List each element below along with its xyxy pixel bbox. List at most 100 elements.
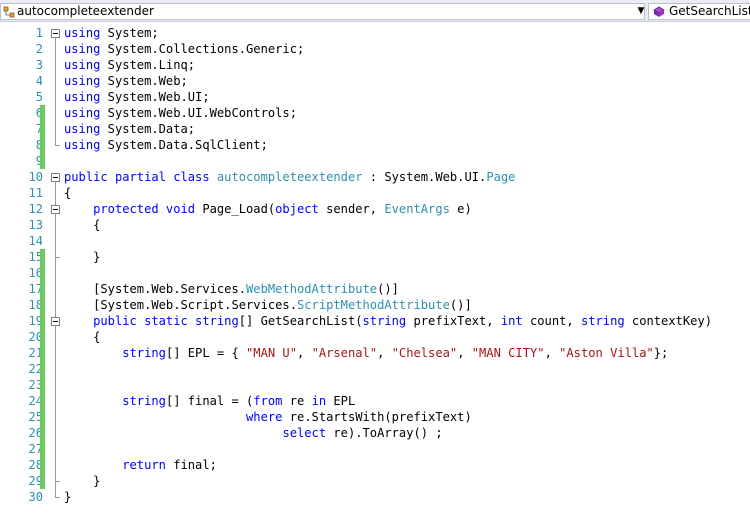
code-line[interactable]: 27: [0, 441, 750, 457]
code-line[interactable]: 14: [0, 233, 750, 249]
code-token: ,: [544, 346, 560, 360]
code-text: using System.Web;: [64, 73, 188, 89]
outline-end-tick: [55, 257, 60, 258]
code-line[interactable]: 25 where re.StartsWith(prefixText): [0, 409, 750, 425]
code-line[interactable]: 7 using System.Data;: [0, 121, 750, 137]
change-marker: [40, 313, 45, 329]
line-number: 17: [28, 282, 43, 296]
code-token: System.Web.UI;: [100, 90, 210, 104]
code-line[interactable]: 29 }: [0, 473, 750, 489]
code-line[interactable]: 10 public partial class autocompleteexten…: [0, 169, 750, 185]
code-text: using System.Data.SqlClient;: [64, 137, 268, 153]
code-line[interactable]: 13 {: [0, 217, 750, 233]
code-line[interactable]: 19 public static string[] GetSearchList(…: [0, 313, 750, 329]
method-icon: [653, 6, 665, 17]
code-line[interactable]: 26 select re).ToArray() ;: [0, 425, 750, 441]
keyword-token: using: [64, 106, 101, 120]
string-token: "MAN U": [246, 346, 297, 360]
keyword-token: select: [282, 426, 327, 440]
code-line[interactable]: 8 using System.Data.SqlClient;: [0, 137, 750, 153]
keyword-token: using: [64, 26, 101, 40]
line-number: 12: [28, 202, 43, 216]
code-token: re.StartsWith(prefixText): [282, 410, 472, 424]
change-marker: [40, 425, 45, 441]
code-token: [System.Web.Script.Services.: [64, 298, 297, 312]
line-number: 2: [35, 42, 43, 56]
collapse-method-icon[interactable]: [51, 317, 60, 326]
change-marker: [40, 473, 45, 489]
collapse-class-icon[interactable]: [51, 173, 60, 182]
code-line[interactable]: 5 using System.Web.UI;: [0, 89, 750, 105]
line-number: 5: [35, 90, 43, 104]
code-text: {: [64, 217, 100, 233]
line-number: 16: [28, 266, 43, 280]
code-token: }: [64, 250, 101, 264]
keyword-token: public partial class: [64, 170, 210, 184]
class-selector-dropdown[interactable]: autocompleteextender: [0, 3, 645, 20]
line-number: 8: [0, 137, 43, 153]
code-line[interactable]: 2 using System.Collections.Generic;: [0, 41, 750, 57]
code-editor[interactable]: 1 using System; 2 using System.Collections.…: [0, 22, 750, 515]
code-token: final;: [165, 458, 217, 472]
line-number: 1: [35, 26, 43, 40]
line-number: 21: [28, 346, 43, 360]
code-text: [System.Web.Script.Services.ScriptMethod…: [64, 297, 472, 313]
keyword-token: using: [64, 42, 101, 56]
code-line[interactable]: 4 using System.Web;: [0, 73, 750, 89]
keyword-token: return: [122, 458, 166, 472]
keyword-token: using: [64, 122, 101, 136]
code-line[interactable]: 12 protected void Page_Load(object sende…: [0, 201, 750, 217]
line-number: 7: [0, 121, 43, 137]
change-marker: [40, 377, 45, 393]
member-selector-dropdown[interactable]: GetSearchList(st: [648, 3, 750, 20]
code-token: ()]: [449, 298, 472, 312]
code-token: }: [64, 474, 101, 488]
class-selector-value: autocompleteextender: [17, 4, 154, 18]
collapse-method-icon[interactable]: [51, 205, 60, 214]
code-line[interactable]: 22: [0, 361, 750, 377]
navigation-bar: autocompleteextender ▼ GetSearchList(st: [0, 0, 750, 22]
code-token: re: [282, 394, 312, 408]
code-token: ,: [297, 346, 312, 360]
code-token: e): [449, 202, 472, 216]
code-line[interactable]: 15 }: [0, 249, 750, 265]
type-token: EventArgs: [384, 202, 450, 216]
code-line[interactable]: 24 string[] final = (from re in EPL: [0, 393, 750, 409]
code-token: count,: [522, 314, 581, 328]
code-line[interactable]: 6 using System.Web.UI.WebControls;: [0, 105, 750, 121]
code-line[interactable]: 17 [System.Web.Services.WebMethodAttribu…: [0, 281, 750, 297]
code-text: string[] final = (from re in EPL: [64, 393, 355, 409]
code-line[interactable]: 3 using System.Linq;: [0, 57, 750, 73]
keyword-token: using: [64, 138, 101, 152]
code-line[interactable]: 9: [0, 153, 750, 169]
code-line[interactable]: 28 return final;: [0, 457, 750, 473]
chevron-down-icon[interactable]: ▼: [636, 4, 646, 19]
code-line[interactable]: 30}: [0, 489, 750, 505]
code-line[interactable]: 20 {: [0, 329, 750, 345]
code-line[interactable]: 18 [System.Web.Script.Services.ScriptMet…: [0, 297, 750, 313]
keyword-token: using: [64, 74, 101, 88]
code-token: System.Data.SqlClient;: [100, 138, 268, 152]
member-selector-value: GetSearchList(st: [669, 4, 750, 18]
code-line[interactable]: 23: [0, 377, 750, 393]
change-marker: [40, 249, 45, 265]
line-number: 19: [28, 314, 43, 328]
code-line[interactable]: 21 string[] EPL = { "MAN U", "Arsenal", …: [0, 345, 750, 361]
line-number: 26: [28, 426, 43, 440]
code-token: : System.Web.UI.: [362, 170, 487, 184]
change-marker: [40, 297, 45, 313]
code-line[interactable]: 1 using System;: [0, 25, 750, 41]
code-line[interactable]: 16: [0, 265, 750, 281]
line-number: 14: [28, 234, 43, 248]
code-token: ()]: [377, 282, 399, 296]
code-token: re).ToArray() ;: [326, 426, 443, 440]
code-line[interactable]: 11 {: [0, 185, 750, 201]
outline-end-tick: [55, 481, 60, 482]
collapse-usings-icon[interactable]: [51, 29, 60, 38]
change-marker: [40, 105, 45, 121]
code-text: using System.Web.UI.WebControls;: [64, 105, 297, 121]
change-marker: [40, 121, 45, 137]
